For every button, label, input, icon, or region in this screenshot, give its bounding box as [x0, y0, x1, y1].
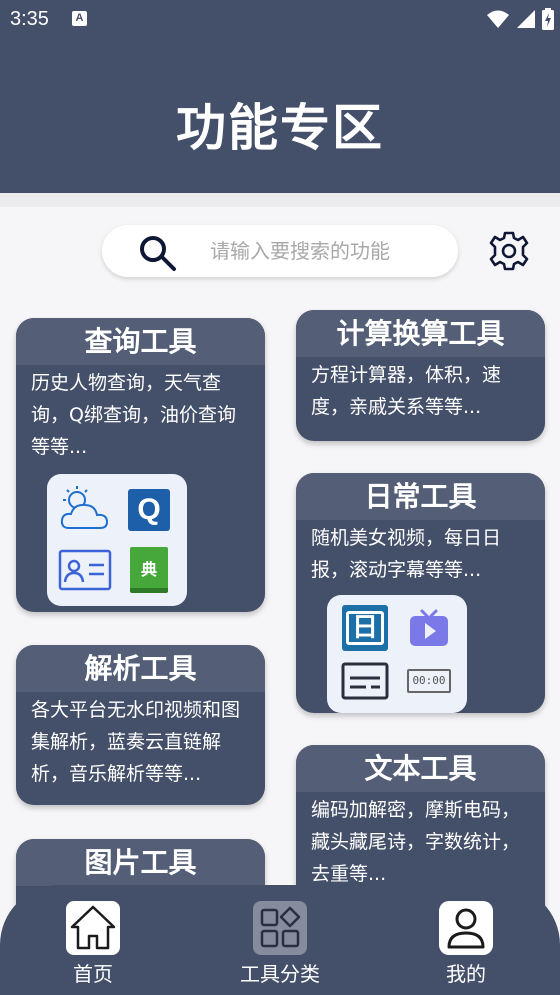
timer-text: 00:00 — [412, 674, 446, 687]
q-icon: Q — [128, 489, 170, 531]
card-title: 解析工具 — [16, 645, 265, 692]
icon-cell: 典 — [117, 540, 181, 600]
categories-icon — [260, 906, 301, 948]
page-title: 功能专区 — [176, 99, 384, 157]
search-input[interactable] — [210, 235, 440, 267]
calendar-icon: 日 — [342, 604, 388, 651]
card-calc-tools[interactable]: 计算换算工具 方程计算器，体积，速度，亲戚关系等等... — [296, 310, 545, 441]
notification-icon: A — [72, 11, 87, 26]
home-icon — [70, 905, 116, 950]
icon-cell — [333, 654, 397, 707]
weather-icon — [60, 486, 109, 529]
icon-cell: Q — [117, 480, 181, 540]
card-desc-text: 编码加解密，摩斯电码，藏头藏尾诗，字数统计，去重等... — [311, 799, 521, 885]
dictionary-char: 典 — [140, 559, 157, 579]
card-description: 随机美女视频，每日日报，滚动字幕等等... — [296, 520, 545, 586]
card-description: 方程计算器，体积，速度，亲戚关系等等... — [296, 357, 545, 423]
nav-categories-label: 工具分类 — [240, 962, 320, 986]
card-parse-tools[interactable]: 解析工具 各大平台无水印视频和图集解析，蓝奏云直链解析，音乐解析等等... — [16, 645, 265, 805]
nav-mine-label: 我的 — [446, 962, 486, 986]
status-time: 3:35 — [10, 8, 49, 30]
card-description: 编码加解密，摩斯电码，藏头藏尾诗，字数统计，去重等... — [296, 792, 545, 890]
search-icon[interactable] — [136, 234, 180, 274]
card-desc-text: 随机美女视频，每日日报，滚动字幕等等... — [311, 527, 502, 581]
card-desc-text: 各大平台无水印视频和图集解析，蓝奏云直链解析，音乐解析等等... — [31, 699, 241, 785]
card-title: 计算换算工具 — [296, 310, 545, 357]
nav-home[interactable]: 首页 — [38, 901, 148, 987]
nav-home-label: 首页 — [73, 962, 113, 986]
card-desc-text: 历史人物查询，天气查询，Q绑查询，油价查询等等... — [31, 372, 236, 458]
nav-mine[interactable]: 我的 — [411, 901, 521, 987]
icon-cell: 日 — [333, 601, 397, 654]
id-card-icon — [58, 549, 112, 591]
tv-icon — [410, 609, 448, 646]
icon-cell — [53, 540, 117, 600]
categories-icon-box — [253, 901, 307, 955]
battery-icon — [542, 8, 554, 30]
settings-button[interactable] — [486, 230, 532, 272]
card-title: 查询工具 — [16, 318, 265, 365]
nav-categories[interactable]: 工具分类 — [225, 901, 335, 987]
profile-icon-box — [439, 901, 493, 955]
dictionary-icon: 典 — [130, 547, 168, 593]
app-header: 3:35 A 功能专区 — [0, 0, 560, 193]
card-title: 日常工具 — [296, 473, 545, 520]
gear-icon[interactable] — [486, 230, 532, 272]
icon-cell — [53, 480, 117, 540]
card-title: 文本工具 — [296, 745, 545, 792]
card-query-tools[interactable]: 查询工具 历史人物查询，天气查询，Q绑查询，油价查询等等... Q 典 — [16, 318, 265, 612]
bottom-nav: 首页 工具分类 我的 — [0, 885, 560, 995]
home-icon-box — [66, 901, 120, 955]
card-daily-tools[interactable]: 日常工具 随机美女视频，每日日报，滚动字幕等等... 日 00:00 — [296, 473, 545, 713]
signal-icon — [517, 10, 535, 28]
card-description: 各大平台无水印视频和图集解析，蓝奏云直链解析，音乐解析等等... — [16, 692, 265, 790]
wifi-icon — [487, 10, 509, 28]
profile-icon — [447, 908, 485, 949]
q-letter: Q — [137, 493, 161, 526]
card-icon-panel: 日 00:00 — [327, 595, 467, 713]
search-bar[interactable] — [102, 225, 458, 277]
card-icon-panel: Q 典 — [47, 474, 187, 606]
card-title: 图片工具 — [16, 839, 265, 886]
card-desc-text: 方程计算器，体积，速度，亲戚关系等等... — [311, 364, 502, 418]
card-description: 历史人物查询，天气查询，Q绑查询，油价查询等等... — [16, 365, 265, 463]
status-icons — [486, 8, 554, 30]
icon-cell — [397, 601, 461, 654]
header-divider — [0, 193, 560, 207]
subtitle-icon — [341, 662, 389, 699]
status-bar: 3:35 A — [0, 0, 560, 38]
timer-icon: 00:00 — [407, 668, 451, 693]
icon-cell: 00:00 — [397, 654, 461, 707]
calendar-char: 日 — [345, 610, 384, 645]
